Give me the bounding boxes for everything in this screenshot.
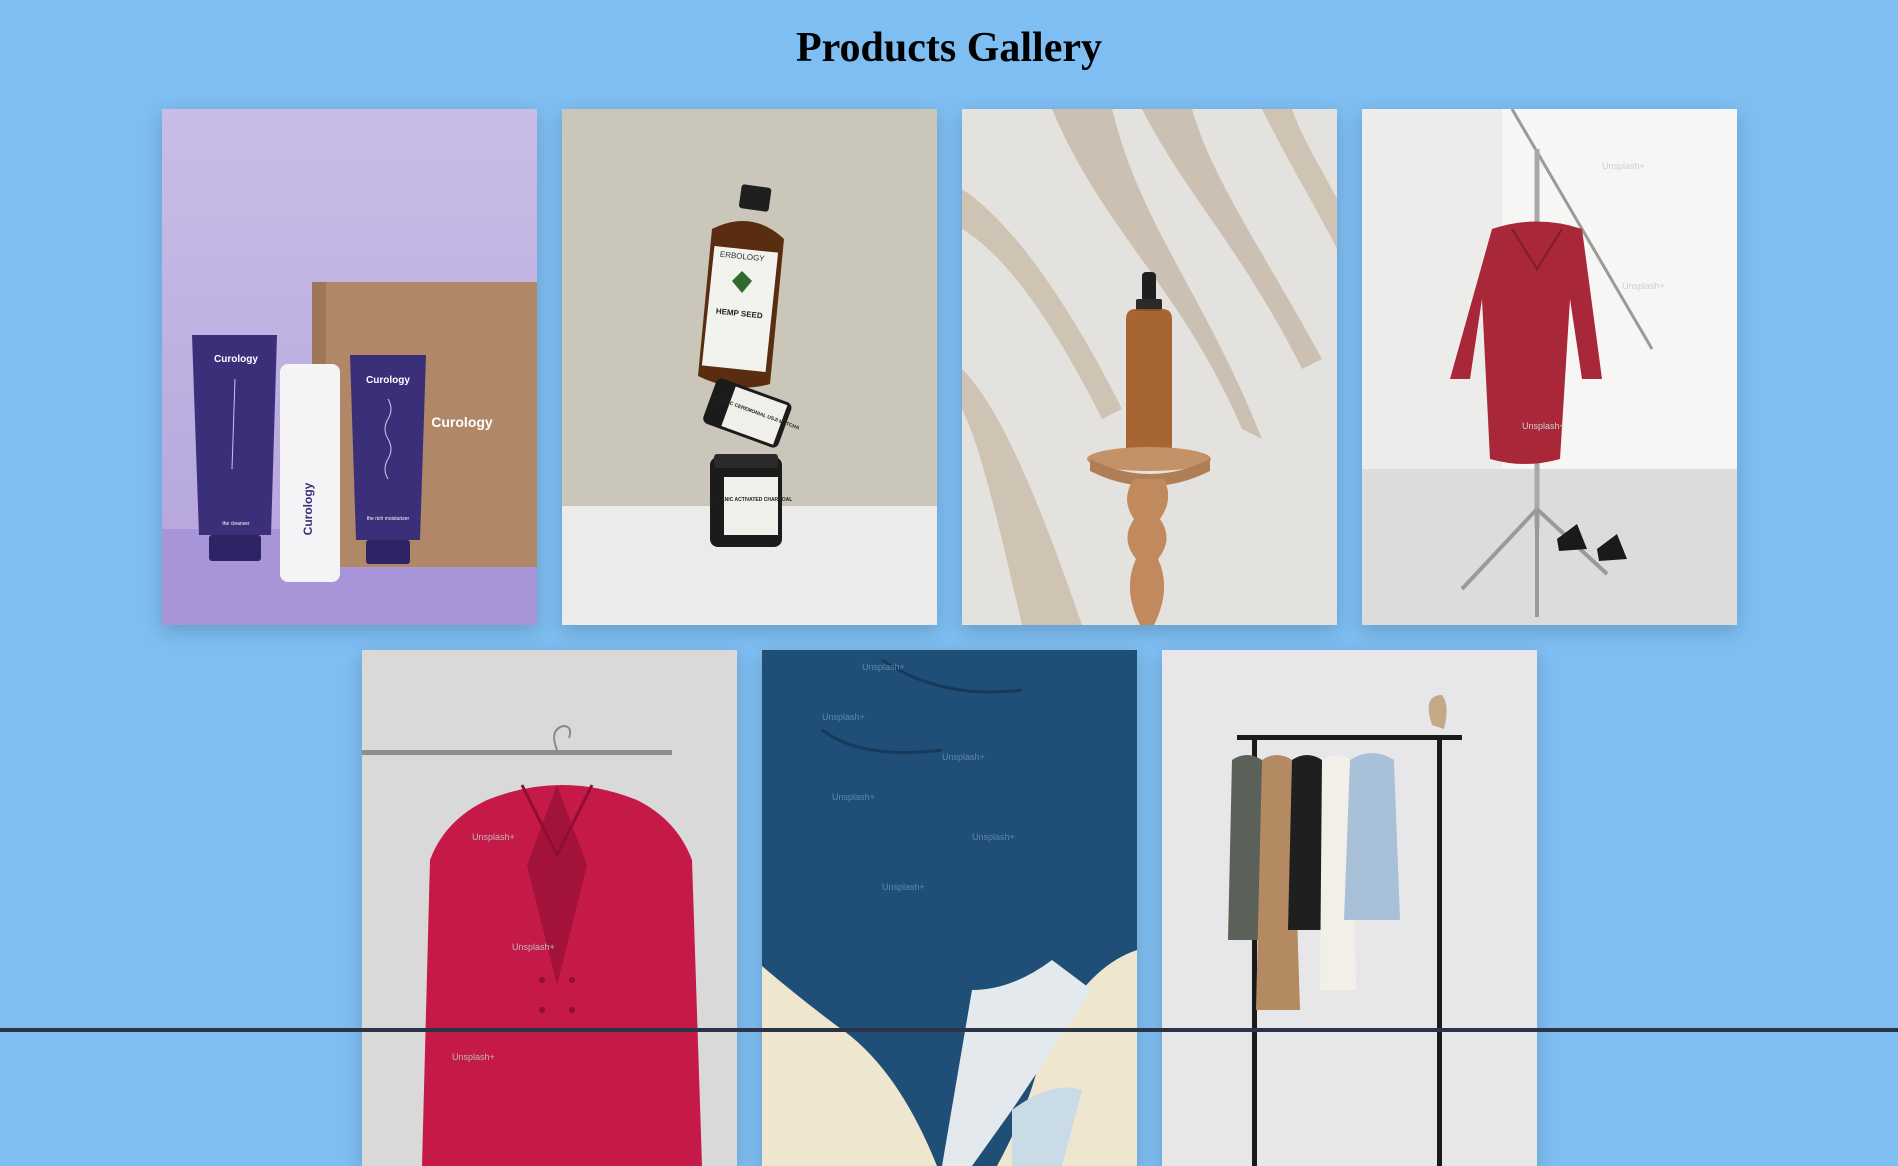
- product-image-red-dress: Unsplash+ Unsplash+ Unsplash+: [1361, 109, 1737, 625]
- svg-text:Unsplash+: Unsplash+: [972, 832, 1015, 842]
- product-image-dropper-bottle: [961, 109, 1337, 625]
- product-image-denim-jacket: Unsplash+ Unsplash+ Unsplash+ Unsplash+ …: [761, 650, 1137, 1166]
- product-card-stacked-jars[interactable]: ERBOLOGY HEMP SEED ORGANIC CEREMONIAL US…: [561, 109, 937, 625]
- product-image-clothing-rack: [1161, 650, 1537, 1166]
- svg-text:Unsplash+: Unsplash+: [452, 1052, 495, 1062]
- product-card-dropper-bottle[interactable]: [961, 109, 1337, 625]
- gallery-row-1: Curology Curology the cleanser Curology …: [0, 109, 1898, 625]
- product-card-denim-jacket[interactable]: Unsplash+ Unsplash+ Unsplash+ Unsplash+ …: [761, 650, 1137, 1166]
- svg-text:Unsplash+: Unsplash+: [1622, 281, 1665, 291]
- svg-text:Unsplash+: Unsplash+: [942, 752, 985, 762]
- product-card-clothing-rack[interactable]: [1161, 650, 1537, 1166]
- product-card-skincare[interactable]: Curology Curology the cleanser Curology …: [161, 109, 537, 625]
- bottom-bar: [0, 1028, 1898, 1032]
- svg-text:Curology: Curology: [214, 354, 258, 365]
- svg-text:Unsplash+: Unsplash+: [1522, 421, 1565, 431]
- product-image-red-blazer: Unsplash+ Unsplash+ Unsplash+: [361, 650, 737, 1166]
- svg-text:ORGANIC ACTIVATED CHARCOAL: ORGANIC ACTIVATED CHARCOAL: [709, 497, 792, 503]
- product-card-red-blazer[interactable]: Unsplash+ Unsplash+ Unsplash+: [361, 650, 737, 1166]
- page-title: Products Gallery: [795, 25, 1103, 71]
- svg-text:Unsplash+: Unsplash+: [882, 882, 925, 892]
- product-image-skincare: Curology Curology the cleanser Curology …: [161, 109, 537, 625]
- product-card-red-dress[interactable]: Unsplash+ Unsplash+ Unsplash+: [1361, 109, 1737, 625]
- svg-text:Curology: Curology: [431, 414, 493, 430]
- svg-text:Unsplash+: Unsplash+: [822, 712, 865, 722]
- svg-text:Unsplash+: Unsplash+: [1602, 161, 1645, 171]
- svg-text:Unsplash+: Unsplash+: [862, 662, 905, 672]
- svg-text:Curology: Curology: [301, 482, 315, 535]
- svg-text:Unsplash+: Unsplash+: [472, 832, 515, 842]
- gallery-row-2: Unsplash+ Unsplash+ Unsplash+ Unsplash+ …: [0, 650, 1898, 1166]
- svg-text:Unsplash+: Unsplash+: [832, 792, 875, 802]
- svg-text:the rich moisturizer: the rich moisturizer: [366, 516, 409, 522]
- svg-text:Curology: Curology: [366, 375, 410, 386]
- svg-text:the cleanser: the cleanser: [222, 521, 250, 527]
- product-image-stacked-jars: ERBOLOGY HEMP SEED ORGANIC CEREMONIAL US…: [561, 109, 937, 625]
- svg-text:Unsplash+: Unsplash+: [512, 942, 555, 952]
